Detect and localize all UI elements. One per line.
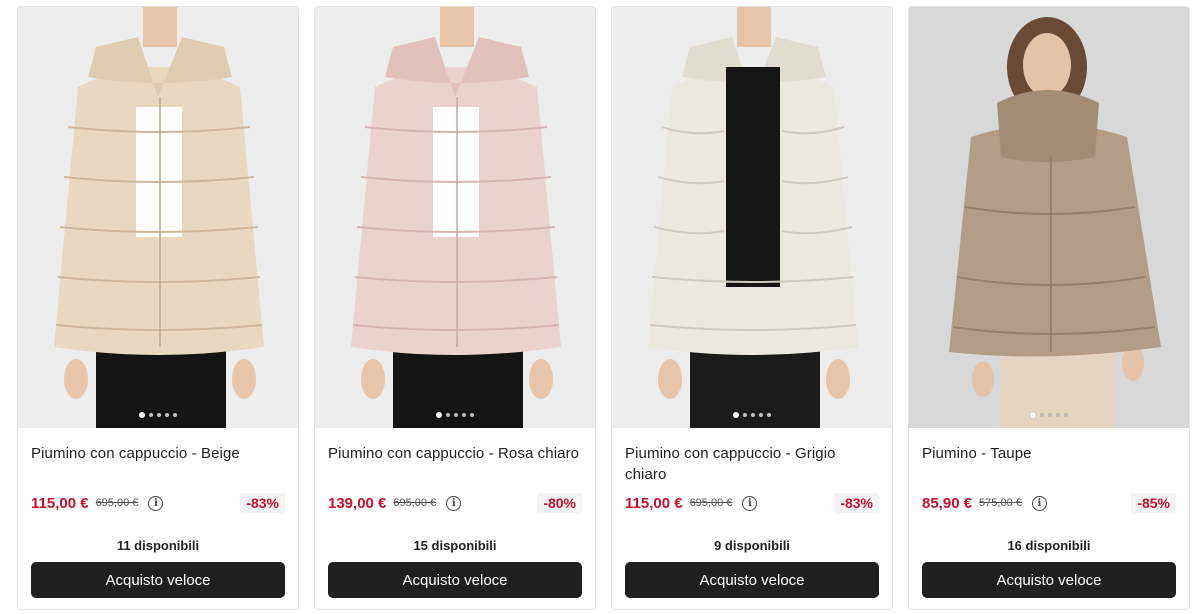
product-card[interactable]: Piumino con cappuccio - Grigio chiaro 11… — [611, 6, 893, 610]
carousel-dot[interactable] — [1048, 413, 1052, 417]
sale-price: 139,00 € — [328, 494, 387, 512]
carousel-dot[interactable] — [165, 413, 169, 417]
price-row: 115,00 € 695,00 € i -83% — [625, 492, 879, 514]
product-card[interactable]: Piumino - Taupe 85,90 € 575,00 € i -85% … — [908, 6, 1190, 610]
original-price: 695,00 € — [393, 497, 437, 509]
product-title[interactable]: Piumino con cappuccio - Beige — [31, 443, 284, 464]
carousel-dots[interactable] — [139, 412, 177, 418]
jacket-photo-illustration — [612, 7, 892, 428]
info-icon[interactable]: i — [148, 495, 164, 511]
jacket-photo-illustration — [315, 7, 595, 428]
info-icon[interactable]: i — [742, 495, 758, 511]
product-card[interactable]: Piumino con cappuccio - Beige 115,00 € 6… — [17, 6, 299, 610]
product-image[interactable] — [315, 7, 595, 428]
carousel-dot[interactable] — [470, 413, 474, 417]
original-price: 695,00 € — [95, 497, 139, 509]
jacket-photo-illustration — [18, 7, 298, 428]
carousel-dot[interactable] — [139, 412, 145, 418]
price-row: 85,90 € 575,00 € i -85% — [922, 492, 1176, 514]
carousel-dot[interactable] — [759, 413, 763, 417]
original-price: 695,00 € — [689, 497, 733, 509]
carousel-dot[interactable] — [743, 413, 747, 417]
quick-buy-button[interactable]: Acquisto veloce — [328, 562, 582, 598]
carousel-dots[interactable] — [1030, 412, 1068, 418]
price-row: 115,00 € 695,00 € i -83% — [31, 492, 285, 514]
discount-badge: -85% — [1131, 493, 1176, 513]
carousel-dot[interactable] — [149, 413, 153, 417]
stock-count: 16 disponibili — [1007, 538, 1091, 553]
carousel-dot[interactable] — [1064, 413, 1068, 417]
product-image[interactable] — [18, 7, 298, 428]
carousel-dot[interactable] — [436, 412, 442, 418]
discount-badge: -83% — [240, 493, 285, 513]
jacket-photo-illustration — [909, 7, 1189, 428]
sale-price: 115,00 € — [625, 494, 683, 512]
quick-buy-button[interactable]: Acquisto veloce — [922, 562, 1176, 598]
product-title[interactable]: Piumino - Taupe — [922, 443, 1175, 464]
carousel-dot[interactable] — [173, 413, 177, 417]
carousel-dot[interactable] — [1040, 413, 1044, 417]
product-image[interactable] — [909, 7, 1189, 428]
carousel-dot[interactable] — [1056, 413, 1060, 417]
product-grid: Piumino con cappuccio - Beige 115,00 € 6… — [0, 0, 1200, 614]
carousel-dot[interactable] — [767, 413, 771, 417]
quick-buy-button[interactable]: Acquisto veloce — [31, 562, 285, 598]
quick-buy-button[interactable]: Acquisto veloce — [625, 562, 879, 598]
stock-count: 15 disponibili — [413, 538, 497, 553]
carousel-dot[interactable] — [1030, 412, 1036, 418]
carousel-dots[interactable] — [733, 412, 771, 418]
price-row: 139,00 € 695,00 € i -80% — [328, 492, 582, 514]
sale-price: 85,90 € — [922, 494, 973, 512]
product-title[interactable]: Piumino con cappuccio - Grigio chiaro — [625, 443, 878, 485]
carousel-dot[interactable] — [462, 413, 466, 417]
info-icon[interactable]: i — [1031, 495, 1047, 511]
original-price: 575,00 € — [979, 497, 1022, 509]
carousel-dot[interactable] — [446, 413, 450, 417]
carousel-dot[interactable] — [751, 413, 755, 417]
discount-badge: -80% — [537, 493, 582, 513]
carousel-dot[interactable] — [733, 412, 739, 418]
product-title[interactable]: Piumino con cappuccio - Rosa chiaro — [328, 443, 581, 464]
carousel-dot[interactable] — [454, 413, 458, 417]
discount-badge: -83% — [834, 493, 879, 513]
product-image[interactable] — [612, 7, 892, 428]
carousel-dot[interactable] — [157, 413, 161, 417]
sale-price: 115,00 € — [31, 494, 89, 512]
info-icon[interactable]: i — [446, 495, 462, 511]
product-card[interactable]: Piumino con cappuccio - Rosa chiaro 139,… — [314, 6, 596, 610]
stock-count: 9 disponibili — [714, 538, 790, 553]
carousel-dots[interactable] — [436, 412, 474, 418]
stock-count: 11 disponibili — [116, 538, 200, 553]
